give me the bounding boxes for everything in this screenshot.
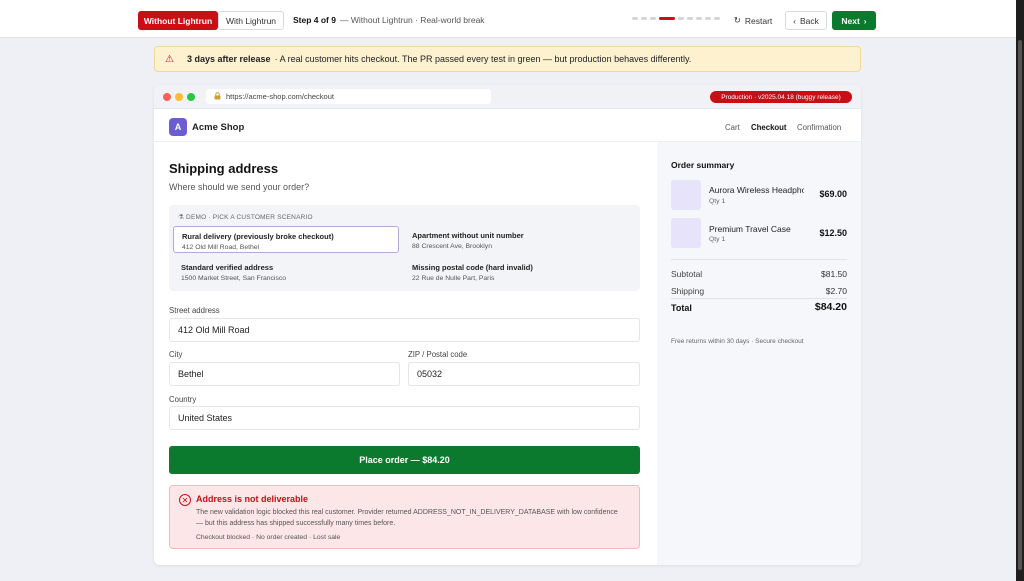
chevron-right-icon: › [863,15,867,26]
step-progress-dots [632,17,720,20]
back-label: Back [799,15,819,26]
street-label: Street address [169,306,220,315]
mode-with-lightrun-button[interactable]: With Lightrun [218,11,284,30]
scenario-detail: 412 Old Mill Road, Bethel [182,244,260,251]
step-dot[interactable] [705,17,711,20]
order-summary: Order summary Aurora Wireless Headphones… [657,142,861,565]
zip-input[interactable]: 05032 [408,362,640,386]
flask-icon: ⚗ [178,214,185,221]
scenario-apartment[interactable]: Apartment without unit number 88 Crescen… [404,226,630,253]
step-dot-active[interactable] [659,17,675,20]
scenario-banner: ⚠ 3 days after release · A real customer… [154,46,861,72]
country-label: Country [169,395,197,404]
country-select[interactable]: United States [169,406,640,430]
scenario-title: Rural delivery (previously broke checkou… [182,232,334,241]
page: Without Lightrun With Lightrun Step 4 of… [0,0,1016,581]
scenario-detail: 22 Rue de Nulle Part, Paris [412,275,495,282]
restart-label: Restart [744,15,773,26]
restart-icon: ↻ [733,15,741,25]
divider [671,259,847,260]
page-subtitle: Where should we send your order? [169,182,310,192]
scenario-title: Standard verified address [181,263,274,272]
url-text: https://acme-shop.com/checkout [226,92,334,101]
subtotal-label: Subtotal [671,269,703,279]
street-address-input[interactable]: 412 Old Mill Road [169,318,640,342]
total-label: Total [671,303,692,313]
step-dot[interactable] [650,17,656,20]
chevron-left-icon: ‹ [793,15,796,26]
environment-badge: Production · v2025.04.18 (buggy release) [710,91,852,103]
nav-confirmation[interactable]: Confirmation [797,123,841,132]
scenario-missing-postal[interactable]: Missing postal code (hard invalid) 22 Ru… [404,258,630,285]
page-title: Shipping address [169,161,279,176]
error-body: The new validation logic blocked this re… [196,509,618,527]
divider [671,298,847,299]
scenario-title: Missing postal code (hard invalid) [412,263,533,272]
item-price: $12.50 [819,228,847,238]
step-dot[interactable] [641,17,647,20]
mode-without-lightrun-button[interactable]: Without Lightrun [138,11,218,30]
back-button[interactable]: ‹ Back [785,11,827,30]
banner-text: · A real customer hits checkout. The PR … [274,54,692,64]
banner-bold-text: 3 days after release [187,54,271,64]
warning-icon: ⚠ [165,53,174,65]
browser-window: https://acme-shop.com/checkout Productio… [154,85,861,565]
product-thumbnail [671,218,701,248]
restart-button[interactable]: ↻ Restart [728,11,778,30]
step-description: — Without Lightrun · Real-world break [340,15,485,25]
subtotal-value: $81.50 [821,269,847,279]
item-name: Aurora Wireless Headphones [709,185,804,195]
scenario-title: Apartment without unit number [412,231,524,240]
city-label: City [169,350,183,359]
step-dot[interactable] [678,17,684,20]
scenario-picker-label: ⚗ DEMO · PICK A CUSTOMER SCENARIO [178,214,313,221]
shop-header: A Acme Shop Cart Checkout Confirmation [154,109,861,142]
maximize-window-icon[interactable] [187,93,195,101]
scenario-detail: 88 Crescent Ave, Brooklyn [412,243,492,250]
scenario-picker: ⚗ DEMO · PICK A CUSTOMER SCENARIO Rural … [169,205,640,291]
scrollbar[interactable] [1016,0,1024,581]
next-button[interactable]: Next › [832,11,876,30]
place-order-button[interactable]: Place order — $84.20 [169,446,640,474]
scrollbar-thumb[interactable] [1018,40,1022,570]
step-label: Step 4 of 9 [293,15,336,25]
item-price: $69.00 [819,189,847,199]
minimize-window-icon[interactable] [175,93,183,101]
error-footer: Checkout blocked · No order created · Lo… [196,534,341,541]
error-x-icon: ✕ [179,494,191,506]
demo-toolbar: Without Lightrun With Lightrun Step 4 of… [0,0,1016,38]
scenario-rural-delivery[interactable]: Rural delivery (previously broke checkou… [173,226,399,253]
step-dot[interactable] [696,17,702,20]
item-qty: Qty 1 [709,198,726,205]
shop-logo: A [169,118,187,136]
shipping-value: $2.70 [825,286,847,296]
summary-footnote: Free returns within 30 days · Secure che… [671,338,804,345]
close-window-icon[interactable] [163,93,171,101]
lock-icon [214,91,221,102]
zip-label: ZIP / Postal code [408,350,468,359]
shop-name: Acme Shop [192,122,245,133]
scenario-detail: 1500 Market Street, San Francisco [181,275,287,282]
nav-cart[interactable]: Cart [725,123,740,132]
order-summary-title: Order summary [671,160,735,170]
total-value: $84.20 [814,301,847,313]
error-title: Address is not deliverable [196,494,309,504]
error-alert: ✕ Address is not deliverable The new val… [169,485,640,549]
browser-chrome: https://acme-shop.com/checkout Productio… [154,85,861,109]
url-bar[interactable]: https://acme-shop.com/checkout [206,89,491,104]
shipping-label: Shipping [671,286,705,296]
next-label: Next [841,15,860,26]
item-qty: Qty 1 [709,236,726,243]
step-dot[interactable] [632,17,638,20]
nav-checkout[interactable]: Checkout [751,123,787,132]
step-dot[interactable] [714,17,720,20]
step-dot[interactable] [687,17,693,20]
city-input[interactable]: Bethel [169,362,400,386]
item-name: Premium Travel Case [709,224,791,234]
product-thumbnail [671,180,701,210]
scenario-standard[interactable]: Standard verified address 1500 Market St… [173,258,399,285]
